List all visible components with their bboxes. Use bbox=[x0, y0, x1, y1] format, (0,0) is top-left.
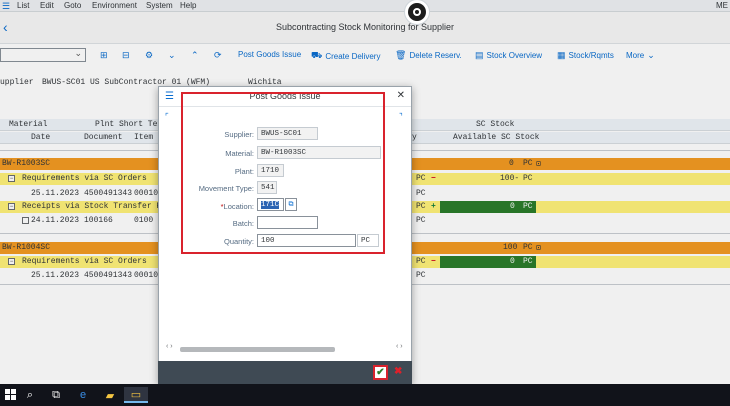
file-explorer-icon[interactable]: ▰ bbox=[102, 387, 118, 403]
recorder-logo-icon bbox=[404, 0, 430, 25]
edge-browser-icon[interactable]: e bbox=[75, 387, 91, 403]
corner-marker-icon: ⌜ bbox=[165, 112, 169, 121]
checkmark-icon: ✔ bbox=[376, 367, 385, 378]
scroll-left-icon[interactable]: ‹ › bbox=[166, 343, 173, 350]
sap-gui-icon[interactable]: ▭ bbox=[124, 387, 148, 403]
windows-taskbar: ⌕ ⧉ e ▰ ▭ bbox=[0, 384, 730, 406]
corner-marker-icon: ⌝ bbox=[399, 112, 403, 121]
cancel-button[interactable]: ✖ bbox=[394, 366, 402, 377]
highlight-box bbox=[181, 92, 385, 254]
search-icon[interactable]: ⌕ bbox=[22, 387, 38, 403]
close-icon[interactable]: ✕ bbox=[397, 90, 405, 101]
scroll-right-icon[interactable]: ‹ › bbox=[396, 343, 403, 350]
cancel-x-icon: ✖ bbox=[394, 366, 403, 377]
windows-start-icon[interactable] bbox=[5, 389, 16, 400]
confirm-button[interactable]: ✔ bbox=[373, 365, 388, 380]
horizontal-scrollbar[interactable] bbox=[180, 347, 335, 352]
task-view-icon[interactable]: ⧉ bbox=[48, 387, 64, 403]
